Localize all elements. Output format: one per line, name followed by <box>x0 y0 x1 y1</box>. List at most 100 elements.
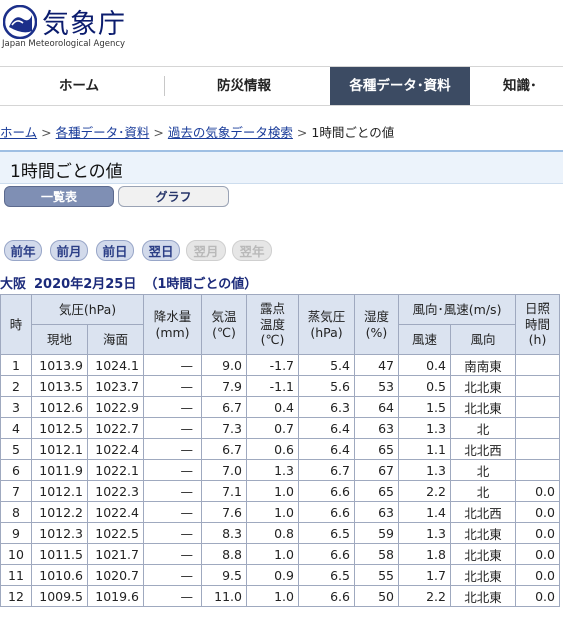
table-row: 1 1013.9 1024.1—9.0 -1.7 5.4 47 0.4 南南東 <box>0 354 560 376</box>
nav-item-home[interactable]: ホーム <box>0 67 158 105</box>
cell-sun <box>515 354 560 376</box>
cell-sea: 1023.7 <box>87 375 144 397</box>
cell-precip: — <box>143 564 202 586</box>
tab-graph[interactable]: グラフ <box>118 186 229 207</box>
cell-temp: 8.3 <box>201 522 247 544</box>
cell-wdir: 北北東 <box>450 522 516 544</box>
cell-dew: 0.9 <box>246 564 299 586</box>
cell-wspd: 1.7 <box>398 564 451 586</box>
cell-sun: 0.0 <box>515 585 560 607</box>
breadcrumb: ホーム > 各種データ･資料 > 過去の気象データ検索 >1時間ごとの値 <box>0 122 394 141</box>
cell-hum: 63 <box>354 501 399 523</box>
nav-item-data[interactable]: 各種データ･資料 <box>330 67 470 105</box>
table-row: 3 1012.6 1022.9—6.7 0.4 6.3 64 1.5 北北東 <box>0 396 560 418</box>
page-title: 1時間ごとの値 <box>10 162 123 182</box>
cell-temp: 8.8 <box>201 543 247 565</box>
cell-wspd: 1.8 <box>398 543 451 565</box>
cell-dew: 1.3 <box>246 459 299 481</box>
cell-vapor: 6.6 <box>298 543 355 565</box>
cell-hum: 59 <box>354 522 399 544</box>
cell-precip: — <box>143 543 202 565</box>
cell-sea: 1022.9 <box>87 396 144 418</box>
cell-wspd: 0.4 <box>398 354 451 376</box>
cell-precip: — <box>143 501 202 523</box>
table-row: 4 1012.5 1022.7—7.3 0.7 6.4 63 1.3 北 <box>0 417 560 439</box>
cell-hour: 10 <box>0 543 32 565</box>
header-pressure-station: 現地 <box>31 324 88 355</box>
tab-list[interactable]: 一覧表 <box>4 186 114 207</box>
cell-hum: 53 <box>354 375 399 397</box>
cell-sun <box>515 417 560 439</box>
table-row: 8 1012.2 1022.4—7.6 1.0 6.6 63 1.4 北北西 0.0 <box>0 501 560 523</box>
prev-month-button[interactable]: 前月 <box>50 240 88 261</box>
cell-precip: — <box>143 522 202 544</box>
next-day-button[interactable]: 翌日 <box>142 240 180 261</box>
breadcrumb-current: 1時間ごとの値 <box>311 125 395 140</box>
breadcrumb-search-link[interactable]: 過去の気象データ検索 <box>168 125 293 140</box>
cell-hum: 47 <box>354 354 399 376</box>
cell-vapor: 6.6 <box>298 501 355 523</box>
cell-sun: 0.0 <box>515 564 560 586</box>
header-dewpoint: 露点 温度 (℃) <box>246 294 299 355</box>
cell-sea: 1022.5 <box>87 522 144 544</box>
cell-station: 1013.5 <box>31 375 88 397</box>
title-bar: 1時間ごとの値 <box>0 150 563 184</box>
prev-year-button[interactable]: 前年 <box>4 240 42 261</box>
cell-station: 1012.6 <box>31 396 88 418</box>
table-row: 10 1011.5 1021.7—8.8 1.0 6.6 58 1.8 北北東 0.0 <box>0 543 560 565</box>
table-row: 12 1009.5 1019.6—11.0 1.0 6.6 50 2.2 北北東 0.0 <box>0 585 560 607</box>
breadcrumb-home-link[interactable]: ホーム <box>0 125 37 140</box>
cell-dew: 1.0 <box>246 585 299 607</box>
cell-station: 1009.5 <box>31 585 88 607</box>
cell-sea: 1022.1 <box>87 459 144 481</box>
header-pressure: 気圧(hPa) <box>31 294 144 325</box>
cell-sun <box>515 396 560 418</box>
nav-item-disaster-info[interactable]: 防災情報 <box>165 67 323 105</box>
cell-sea: 1022.3 <box>87 480 144 502</box>
cell-vapor: 6.6 <box>298 480 355 502</box>
cell-precip: — <box>143 585 202 607</box>
cell-dew: 1.0 <box>246 480 299 502</box>
cell-station: 1011.5 <box>31 543 88 565</box>
cell-wspd: 0.5 <box>398 375 451 397</box>
cell-hum: 63 <box>354 417 399 439</box>
breadcrumb-data-link[interactable]: 各種データ･資料 <box>56 125 150 140</box>
header-humidity: 湿度 (%) <box>354 294 399 355</box>
header-wind-speed: 風速 <box>398 324 451 355</box>
cell-hum: 65 <box>354 480 399 502</box>
cell-wdir: 北 <box>450 417 516 439</box>
cell-hour: 4 <box>0 417 32 439</box>
cell-sea: 1019.6 <box>87 585 144 607</box>
breadcrumb-separator: > <box>296 125 308 140</box>
hourly-data-table: 時 気圧(hPa) 降水量 (mm) 気温 (℃) 露点 温度 (℃) 蒸気圧 … <box>0 294 560 607</box>
cell-hum: 58 <box>354 543 399 565</box>
nav-item-knowledge[interactable]: 知識･ <box>503 67 563 105</box>
cell-station: 1012.1 <box>31 438 88 460</box>
cell-hour: 8 <box>0 501 32 523</box>
cell-temp: 9.0 <box>201 354 247 376</box>
cell-sun <box>515 438 560 460</box>
cell-wdir: 北北西 <box>450 501 516 523</box>
prev-day-button[interactable]: 前日 <box>96 240 134 261</box>
table-caption: 大阪 2020年2月25日 （1時間ごとの値） <box>0 273 265 292</box>
cell-sun <box>515 375 560 397</box>
cell-hour: 12 <box>0 585 32 607</box>
cell-precip: — <box>143 354 202 376</box>
jma-logo-icon[interactable] <box>3 5 37 39</box>
site-subtitle: Japan Meteorological Agency <box>2 39 126 49</box>
cell-temp: 7.3 <box>201 417 247 439</box>
cell-wspd: 2.2 <box>398 585 451 607</box>
cell-precip: — <box>143 375 202 397</box>
cell-precip: — <box>143 459 202 481</box>
cell-precip: — <box>143 396 202 418</box>
cell-temp: 7.0 <box>201 459 247 481</box>
site-title[interactable]: 気象庁 <box>42 2 126 41</box>
cell-sea: 1021.7 <box>87 543 144 565</box>
cell-hour: 2 <box>0 375 32 397</box>
cell-sun: 0.0 <box>515 501 560 523</box>
cell-vapor: 5.4 <box>298 354 355 376</box>
cell-dew: 0.4 <box>246 396 299 418</box>
cell-wspd: 1.3 <box>398 522 451 544</box>
cell-vapor: 6.3 <box>298 396 355 418</box>
header-precipitation: 降水量 (mm) <box>143 294 202 355</box>
